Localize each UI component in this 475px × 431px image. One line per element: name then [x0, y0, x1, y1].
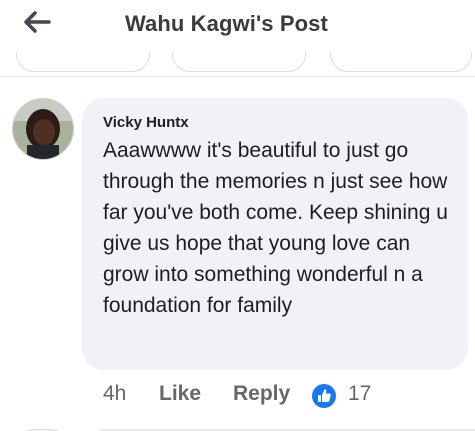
back-button[interactable] — [18, 7, 58, 41]
comment-bubble[interactable]: Vicky Huntx Aaawwww it's beautiful to ju… — [82, 98, 468, 370]
comment-timestamp[interactable]: 4h — [103, 382, 126, 406]
thumbs-up-icon[interactable] — [312, 384, 336, 408]
like-button[interactable]: Like — [159, 382, 201, 406]
arrow-left-icon — [24, 11, 51, 33]
comment-text: Aaawwww it's beautiful to just go throug… — [103, 139, 448, 317]
reaction-count[interactable]: 17 — [348, 382, 371, 406]
comment-author[interactable]: Vicky Huntx — [103, 114, 189, 131]
previous-action-pill[interactable] — [16, 52, 150, 72]
profile-photo — [13, 99, 73, 159]
avatar[interactable] — [12, 98, 74, 160]
previous-action-pill[interactable] — [330, 52, 472, 72]
previous-actions-strip — [0, 52, 475, 77]
comment-actions: 4h Like Reply 17 — [103, 382, 475, 410]
app-header: Wahu Kagwi's Post — [0, 0, 475, 52]
previous-action-pill[interactable] — [172, 52, 306, 72]
page-title: Wahu Kagwi's Post — [125, 11, 328, 36]
reply-button[interactable]: Reply — [233, 382, 290, 406]
